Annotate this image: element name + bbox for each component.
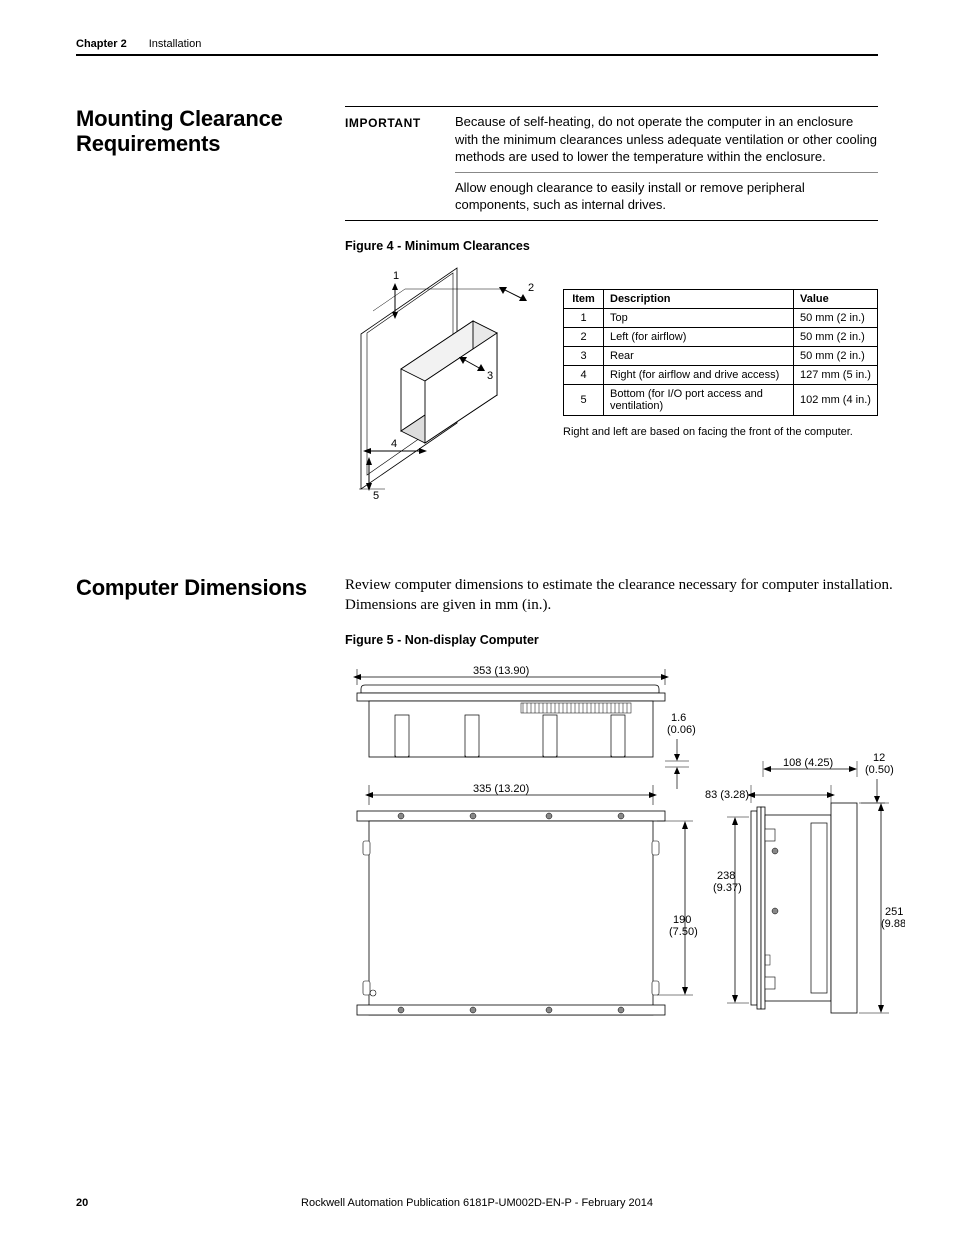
page-footer: 20 Rockwell Automation Publication 6181P…	[76, 1197, 878, 1209]
table-row: 4Right (for airflow and drive access)127…	[564, 365, 878, 384]
figure5-caption: Figure 5 - Non-display Computer	[345, 633, 905, 647]
dim-w-inner: 335 (13.20)	[473, 783, 529, 795]
figure5-row: 353 (13.90) 1.6	[345, 655, 905, 1025]
section-content-col: IMPORTANT Because of self-heating, do no…	[345, 106, 878, 501]
section-title-col: Computer Dimensions	[76, 575, 331, 1026]
table-row: 5Bottom (for I/O port access and ventila…	[564, 384, 878, 415]
section-mounting-clearance: Mounting Clearance Requirements IMPORTAN…	[76, 106, 878, 501]
section-title-mounting: Mounting Clearance Requirements	[76, 106, 331, 157]
th-desc: Description	[604, 289, 794, 308]
chapter-title: Installation	[149, 38, 202, 50]
section-title-dimensions: Computer Dimensions	[76, 575, 331, 600]
dim-w-outer: 353 (13.90)	[473, 665, 529, 677]
th-item: Item	[564, 289, 604, 308]
chapter-label: Chapter 2	[76, 38, 127, 50]
important-paragraph-2: Allow enough clearance to easily install…	[455, 179, 878, 214]
section-dimensions: Computer Dimensions Review computer dime…	[76, 575, 878, 1026]
dim-side-span: 83 (3.28)	[705, 789, 749, 801]
table-note: Right and left are based on facing the f…	[563, 426, 878, 438]
table-row: 1Top50 mm (2 in.)	[564, 308, 878, 327]
dim-side-h-a: 238	[717, 870, 735, 882]
figure4-caption: Figure 4 - Minimum Clearances	[345, 239, 878, 253]
clearance-diagram: 1 2 3 4	[345, 261, 545, 501]
dim-side-full-b: (9.88)	[881, 918, 905, 930]
important-callout: IMPORTANT Because of self-heating, do no…	[345, 106, 878, 221]
diagram-label-4: 4	[391, 438, 397, 450]
important-label: IMPORTANT	[345, 113, 445, 214]
clearance-table-wrap: Item Description Value 1Top50 mm (2 in.)…	[563, 261, 878, 438]
dim-side-w: 108 (4.25)	[783, 757, 833, 769]
important-divider	[455, 172, 878, 173]
important-paragraph-1: Because of self-heating, do not operate …	[455, 113, 878, 166]
diagram-label-1: 1	[393, 270, 399, 282]
publication-line: Rockwell Automation Publication 6181P-UM…	[76, 1197, 878, 1209]
dim-h-body-a: 190	[673, 914, 691, 926]
table-row: 3Rear50 mm (2 in.)	[564, 346, 878, 365]
page-header: Chapter 2 Installation	[76, 38, 878, 56]
dim-flange-b: (0.06)	[667, 724, 696, 736]
section-title-col: Mounting Clearance Requirements	[76, 106, 331, 501]
th-value: Value	[794, 289, 878, 308]
figure4-row: 1 2 3 4	[345, 261, 878, 501]
diagram-label-3: 3	[487, 370, 493, 382]
section-content-col: Review computer dimensions to estimate t…	[345, 575, 905, 1026]
diagram-label-2: 2	[528, 282, 534, 294]
dim-h-body-b: (7.50)	[669, 926, 698, 938]
dim-flange-a: 1.6	[671, 712, 686, 724]
side-view: 83 (3.28) 108 (4.25) 12 (0.50)	[705, 655, 905, 1025]
dim-side-flap-b: (0.50)	[865, 764, 894, 776]
front-top-view: 353 (13.90) 1.6	[345, 655, 705, 1025]
clearance-table: Item Description Value 1Top50 mm (2 in.)…	[563, 289, 878, 416]
dim-side-full-a: 251	[885, 906, 903, 918]
diagram-label-5: 5	[373, 490, 379, 501]
important-body: Because of self-heating, do not operate …	[455, 113, 878, 214]
table-row: Item Description Value	[564, 289, 878, 308]
dim-side-h-b: (9.37)	[713, 882, 742, 894]
dim-side-flap-a: 12	[873, 752, 885, 764]
table-row: 2Left (for airflow)50 mm (2 in.)	[564, 327, 878, 346]
dimensions-body: Review computer dimensions to estimate t…	[345, 575, 905, 616]
